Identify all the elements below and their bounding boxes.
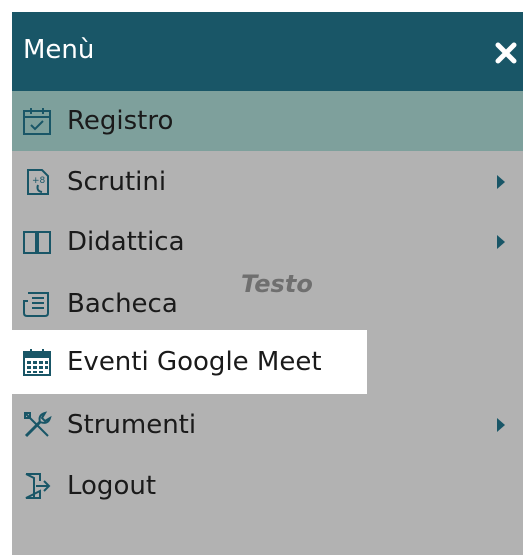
menu-item-label: Bacheca <box>67 289 178 319</box>
menu-item-scrutini[interactable]: +8 Scrutini <box>12 152 523 212</box>
chevron-right-icon <box>497 175 505 189</box>
menu-item-eventi-google-meet[interactable]: Eventi Google Meet <box>12 332 367 392</box>
svg-text:+8: +8 <box>32 176 46 186</box>
calendar-icon <box>23 349 51 376</box>
menu-item-didattica[interactable]: Didattica <box>12 212 523 272</box>
newspaper-icon <box>23 292 49 317</box>
chevron-right-icon <box>497 235 505 249</box>
logout-icon <box>25 473 51 499</box>
menu-header: Menù <box>12 12 523 91</box>
menu-item-registro[interactable]: Registro <box>12 91 523 151</box>
calendar-check-icon <box>23 108 51 135</box>
overlay-text: Testo <box>241 270 313 298</box>
side-menu: Menù Registro +8 Scrutini Didattica Bach… <box>12 12 523 555</box>
grade-document-icon: +8 <box>27 169 49 195</box>
menu-item-label: Didattica <box>67 227 185 257</box>
book-icon <box>23 231 51 254</box>
chevron-right-icon <box>497 418 505 432</box>
menu-item-label: Scrutini <box>67 167 167 197</box>
close-icon[interactable] <box>493 37 519 67</box>
menu-item-label: Eventi Google Meet <box>67 347 322 377</box>
menu-item-label: Registro <box>67 106 174 136</box>
menu-title: Menù <box>23 35 95 65</box>
menu-item-label: Logout <box>67 471 157 501</box>
tools-icon <box>24 411 52 438</box>
menu-item-logout[interactable]: Logout <box>12 456 523 516</box>
menu-item-label: Strumenti <box>67 410 197 440</box>
menu-item-strumenti[interactable]: Strumenti <box>12 395 523 455</box>
